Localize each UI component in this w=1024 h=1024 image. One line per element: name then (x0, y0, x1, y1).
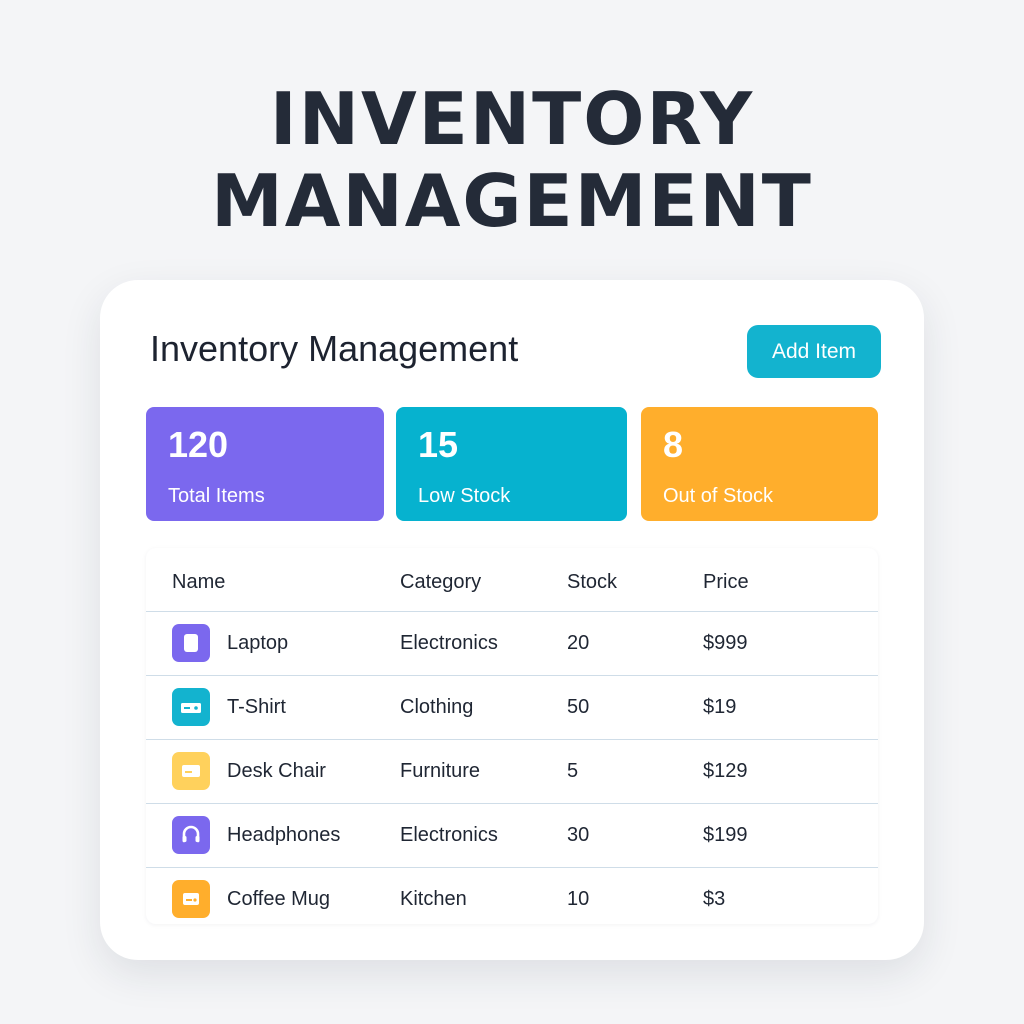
column-header-category[interactable]: Category (400, 548, 481, 611)
item-stock: 5 (567, 760, 579, 782)
item-name: T-Shirt (227, 696, 286, 718)
item-price: $129 (703, 760, 748, 782)
stat-card-total-items: 120 Total Items (146, 407, 384, 521)
stat-value: 120 (168, 424, 229, 465)
item-name: Coffee Mug (227, 888, 331, 910)
hero-title-line-1: INVENTORY (269, 77, 755, 161)
table-row[interactable]: Laptop Electronics 20 $999 (146, 612, 878, 676)
hero-title-line-2: MANAGEMENT (211, 159, 813, 243)
chair-icon (172, 752, 210, 790)
item-name: Headphones (227, 824, 341, 846)
item-name: Laptop (227, 632, 289, 654)
stat-value: 8 (663, 424, 684, 465)
stat-label: Out of Stock (663, 485, 774, 507)
item-stock: 30 (567, 824, 590, 846)
table-row[interactable]: T-Shirt Clothing 50 $19 (146, 676, 878, 740)
page-title: Inventory Management (150, 328, 519, 369)
item-stock: 10 (567, 888, 590, 910)
item-category: Furniture (400, 760, 481, 782)
mug-icon (172, 880, 210, 918)
stat-card-out-of-stock: 8 Out of Stock (641, 407, 878, 521)
item-price: $999 (703, 632, 748, 654)
column-header-stock[interactable]: Stock (567, 548, 617, 611)
item-price: $19 (703, 696, 737, 718)
table-row[interactable]: Coffee Mug Kitchen 10 $3 (146, 868, 878, 931)
item-stock: 20 (567, 632, 590, 654)
item-price: $199 (703, 824, 748, 846)
item-name: Desk Chair (227, 760, 326, 782)
stat-card-low-stock: 15 Low Stock (396, 407, 627, 521)
hero-title: INVENTORY MANAGEMENT (0, 78, 1024, 242)
headphones-icon (172, 816, 210, 854)
table-row[interactable]: Headphones Electronics 30 $199 (146, 804, 878, 868)
tshirt-icon (172, 688, 210, 726)
laptop-icon (172, 624, 210, 662)
inventory-card: Inventory Management Add Item 120 Total … (100, 280, 924, 960)
table-row[interactable]: Desk Chair Furniture 5 $129 (146, 740, 878, 804)
inventory-table: Name Category Stock Price Laptop Electro… (146, 548, 878, 924)
table-header: Name Category Stock Price (146, 548, 878, 612)
item-category: Electronics (400, 824, 498, 846)
item-price: $3 (703, 888, 726, 910)
item-stock: 50 (567, 696, 590, 718)
stat-value: 15 (418, 424, 459, 465)
stat-label: Low Stock (418, 485, 511, 507)
column-header-price[interactable]: Price (703, 548, 749, 611)
stat-label: Total Items (168, 485, 265, 507)
column-header-name[interactable]: Name (172, 548, 225, 611)
item-category: Clothing (400, 696, 474, 718)
add-item-button[interactable]: Add Item (747, 325, 881, 378)
item-category: Kitchen (400, 888, 467, 910)
item-category: Electronics (400, 632, 498, 654)
